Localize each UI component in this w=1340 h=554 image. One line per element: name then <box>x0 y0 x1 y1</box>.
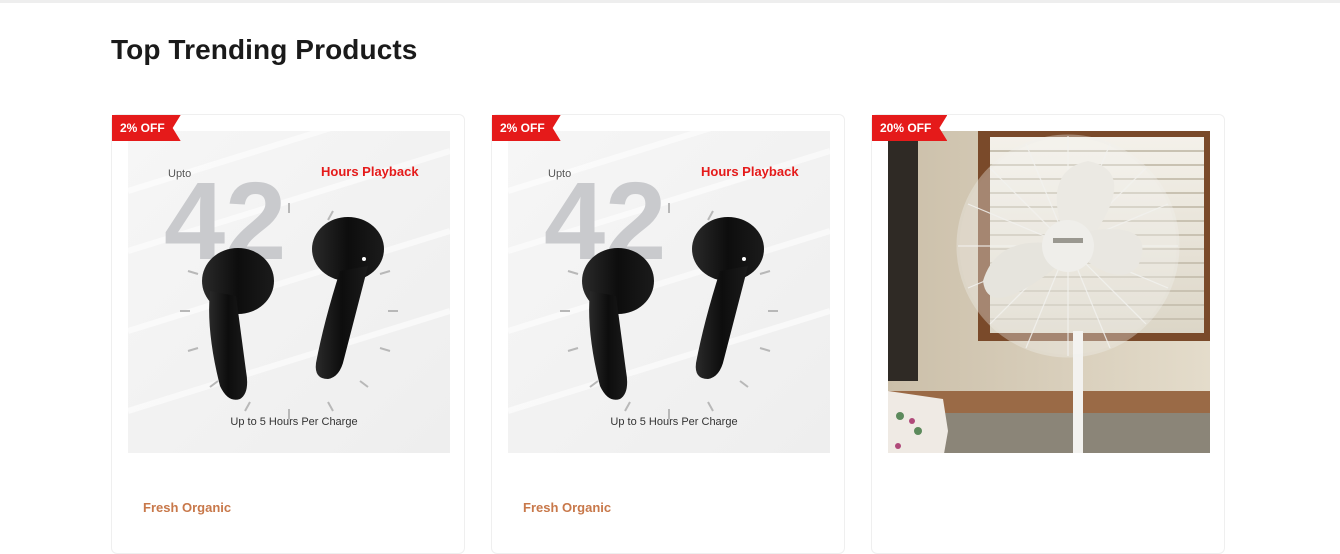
vendor-name[interactable]: Fresh Organic <box>523 500 611 515</box>
product-card-2[interactable]: 2% OFF Upto 42 Hours Playback Up to 5 Ho… <box>491 114 845 554</box>
playback-headline: Hours Playback <box>701 164 799 179</box>
discount-badge: 2% OFF <box>492 115 561 141</box>
charge-caption: Up to 5 Hours Per Charge <box>610 416 737 428</box>
product-card-1[interactable]: 2% OFF Upto 42 Hours Playback Up to 5 Ho… <box>111 114 465 554</box>
top-divider <box>0 0 1340 3</box>
earbuds-image[interactable]: Upto 42 Hours Playback Up to 5 Hours Per… <box>128 131 450 453</box>
section-title: Top Trending Products <box>111 34 418 65</box>
earbuds-illustration: Upto 42 Hours Playback Up to 5 Hours Per… <box>508 131 830 453</box>
fan-photo <box>888 131 1210 453</box>
earbuds-illustration: Upto 42 Hours Playback Up to 5 Hours Per… <box>128 131 450 453</box>
product-card-3[interactable]: 20% OFF <box>871 114 1225 554</box>
vendor-name[interactable]: Fresh Organic <box>143 500 231 515</box>
pedestal-fan-image[interactable] <box>888 131 1210 453</box>
earbuds-image[interactable]: Upto 42 Hours Playback Up to 5 Hours Per… <box>508 131 830 453</box>
discount-badge: 2% OFF <box>112 115 181 141</box>
discount-badge: 20% OFF <box>872 115 947 141</box>
charge-caption: Up to 5 Hours Per Charge <box>230 416 357 428</box>
playback-headline: Hours Playback <box>321 164 419 179</box>
